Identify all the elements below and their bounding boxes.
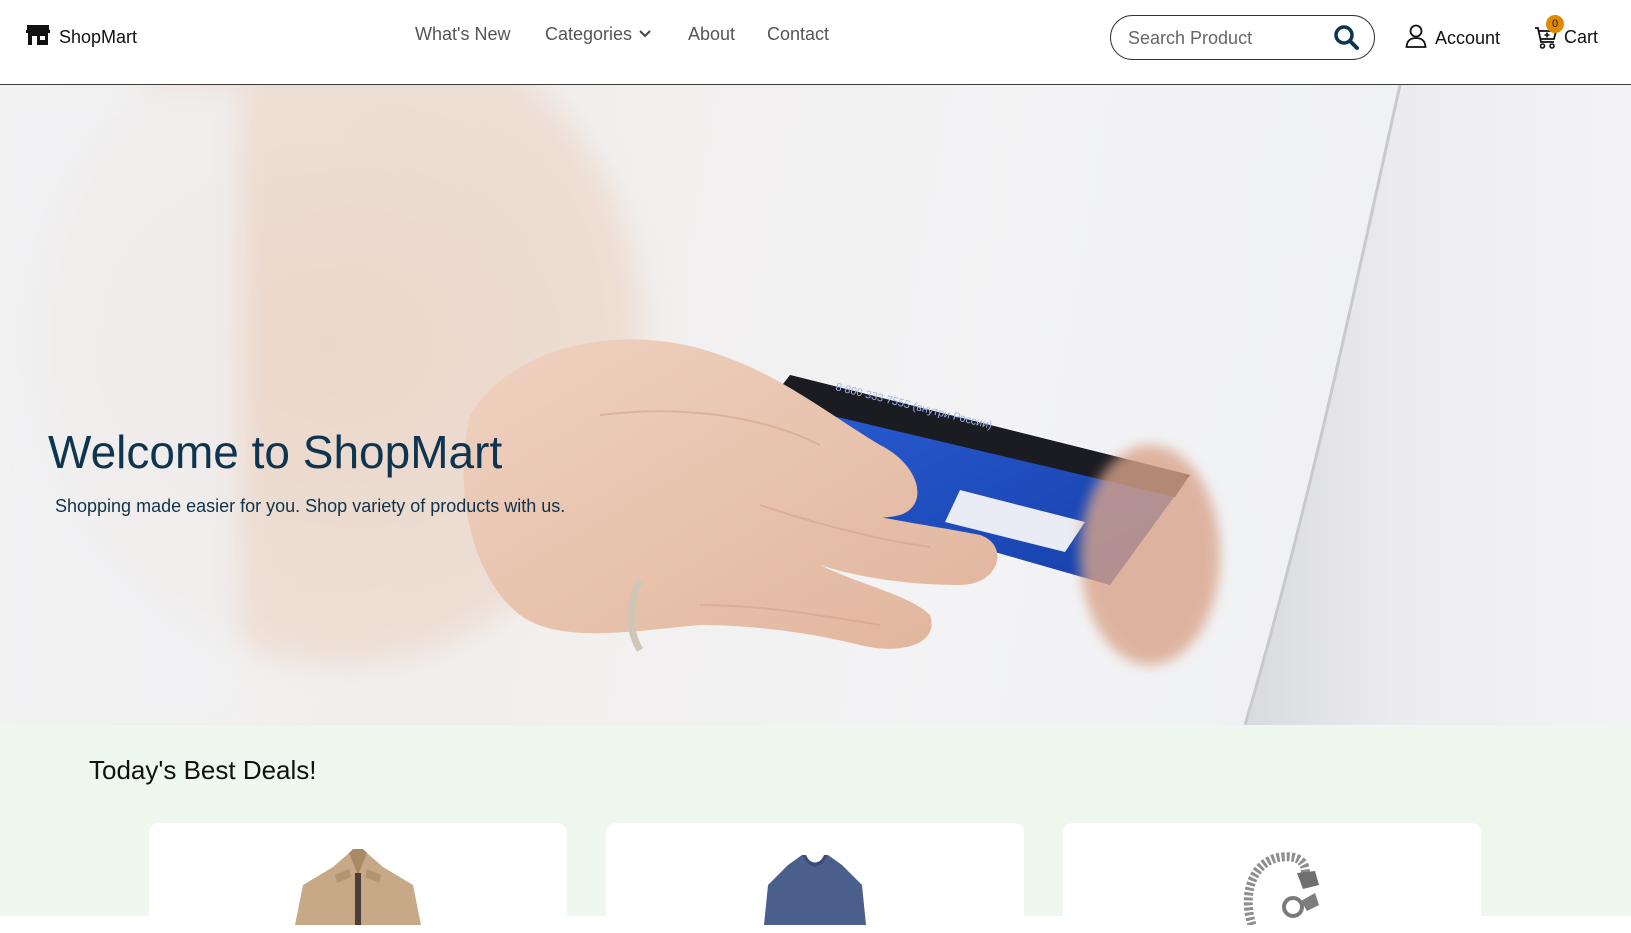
chevron-down-icon [638,24,652,45]
store-icon [26,24,50,51]
hero-subtitle: Shopping made easier for you. Shop varie… [55,496,566,516]
nav-label: What's New [415,24,511,44]
site-header: ShopMart What's New Categories About Con… [0,0,1631,85]
search-button[interactable] [1332,24,1360,52]
search-icon [1333,24,1359,53]
hero-image: 8 800 333 7555 (внутри России) [0,85,1631,725]
cart-link[interactable]: 0 Cart [1534,15,1599,50]
account-link[interactable]: Account [1405,24,1500,53]
section-title: Today's Best Deals! [89,755,317,785]
nav-about[interactable]: About [688,24,735,45]
best-deals-section: Today's Best Deals! [0,725,1631,933]
cart-label: Cart [1564,26,1599,47]
product-card[interactable] [606,823,1024,933]
nav-contact[interactable]: Contact [767,24,829,45]
nav-label: Categories [545,24,633,44]
nav-label: Contact [767,24,830,44]
hero-banner: 8 800 333 7555 (внутри России) Welcome t… [0,85,1631,725]
nav-categories[interactable]: Categories [545,24,652,45]
jacket-image [295,849,421,925]
user-icon [1405,24,1427,53]
search-box [1110,15,1375,60]
nav-whats-new[interactable]: What's New [415,24,510,45]
product-card[interactable] [1063,823,1481,933]
hero-title: Welcome to ShopMart [48,426,503,478]
sweater-image [764,855,866,925]
brand-logo-link[interactable]: ShopMart [26,24,138,51]
nav-label: About [688,24,736,44]
bracelet-image [1243,852,1319,925]
account-label: Account [1435,28,1501,48]
laptop [1245,85,1631,725]
cart-icon: 0 [1534,15,1564,50]
product-card[interactable] [149,823,567,933]
brand-name: ShopMart [59,26,138,47]
cart-count-badge: 0 [1546,15,1564,33]
search-input[interactable] [1128,27,1323,49]
